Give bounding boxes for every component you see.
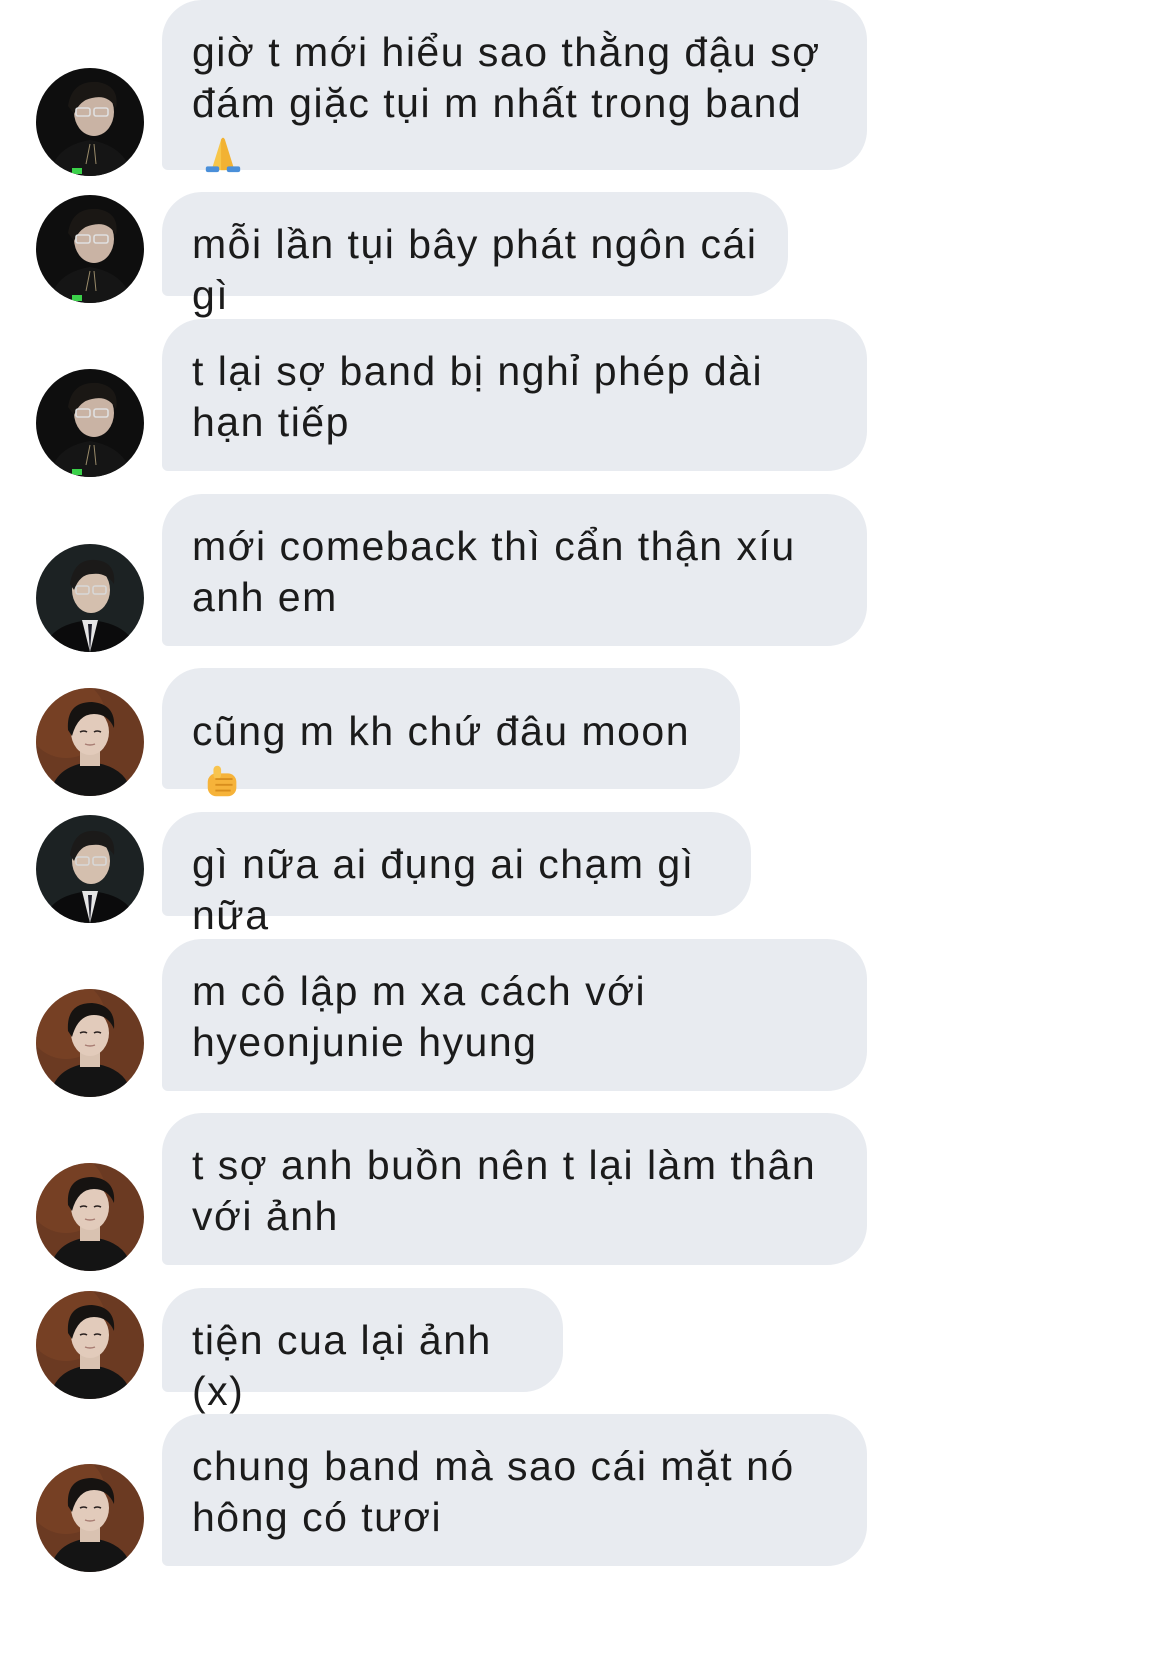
message-bubble[interactable]: tiện cua lại ảnh (x)	[162, 1288, 563, 1414]
message-bubble[interactable]: cũng m kh chứ đâu moon	[162, 668, 740, 789]
avatar-brown-background	[36, 1163, 144, 1271]
avatar[interactable]	[36, 369, 144, 477]
avatar-brown-background	[36, 1291, 144, 1399]
message-text: mới comeback thì cẩn thận xíu anh em	[192, 523, 796, 620]
message-bubble[interactable]: m cô lập m xa cách với hyeonjunie hyung	[162, 939, 867, 1091]
avatar-glasses-black-hoodie	[36, 195, 144, 303]
avatar[interactable]	[36, 544, 144, 652]
avatar-glasses-black-hoodie	[36, 68, 144, 176]
message-bubble[interactable]: chung band mà sao cái mặt nó hông có tươ…	[162, 1414, 867, 1566]
avatar-glasses-suit	[36, 544, 144, 652]
message-text: t lại sợ band bị nghỉ phép dài hạn tiếp	[192, 348, 764, 445]
message-text: mỗi lần tụi bây phát ngôn cái gì	[192, 221, 758, 318]
message-text: t sợ anh buồn nên t lại làm thân với ảnh	[192, 1142, 817, 1239]
message-text: m cô lập m xa cách với hyeonjunie hyung	[192, 968, 647, 1065]
avatar[interactable]	[36, 815, 144, 923]
message-text: cũng m kh chứ đâu moon	[192, 708, 691, 754]
message-text: chung band mà sao cái mặt nó hông có tươ…	[192, 1443, 795, 1540]
message-bubble[interactable]: gì nữa ai đụng ai chạm gì nữa	[162, 812, 751, 938]
avatar-glasses-black-hoodie	[36, 369, 144, 477]
avatar-glasses-suit	[36, 815, 144, 923]
folded-hands-emoji	[202, 132, 244, 174]
avatar[interactable]	[36, 195, 144, 303]
pointing-finger-emoji	[202, 760, 244, 802]
message-bubble[interactable]: mới comeback thì cẩn thận xíu anh em	[162, 494, 867, 646]
avatar[interactable]	[36, 68, 144, 176]
message-bubble[interactable]: giờ t mới hiểu sao thằng đậu sợ đám giặc…	[162, 0, 867, 170]
message-text: tiện cua lại ảnh (x)	[192, 1317, 492, 1414]
message-text: gì nữa ai đụng ai chạm gì nữa	[192, 841, 695, 938]
avatar-brown-background	[36, 989, 144, 1097]
message-bubble[interactable]: t lại sợ band bị nghỉ phép dài hạn tiếp	[162, 319, 867, 471]
message-bubble[interactable]: t sợ anh buồn nên t lại làm thân với ảnh	[162, 1113, 867, 1265]
chat-thread: giờ t mới hiểu sao thằng đậu sợ đám giặc…	[0, 0, 1170, 1671]
message-bubble[interactable]: mỗi lần tụi bây phát ngôn cái gì	[162, 192, 788, 318]
avatar-brown-background	[36, 688, 144, 796]
avatar[interactable]	[36, 1291, 144, 1399]
avatar-brown-background	[36, 1464, 144, 1572]
avatar[interactable]	[36, 989, 144, 1097]
message-text: giờ t mới hiểu sao thằng đậu sợ đám giặc…	[192, 29, 821, 126]
avatar[interactable]	[36, 1464, 144, 1572]
avatar[interactable]	[36, 1163, 144, 1271]
avatar[interactable]	[36, 688, 144, 796]
